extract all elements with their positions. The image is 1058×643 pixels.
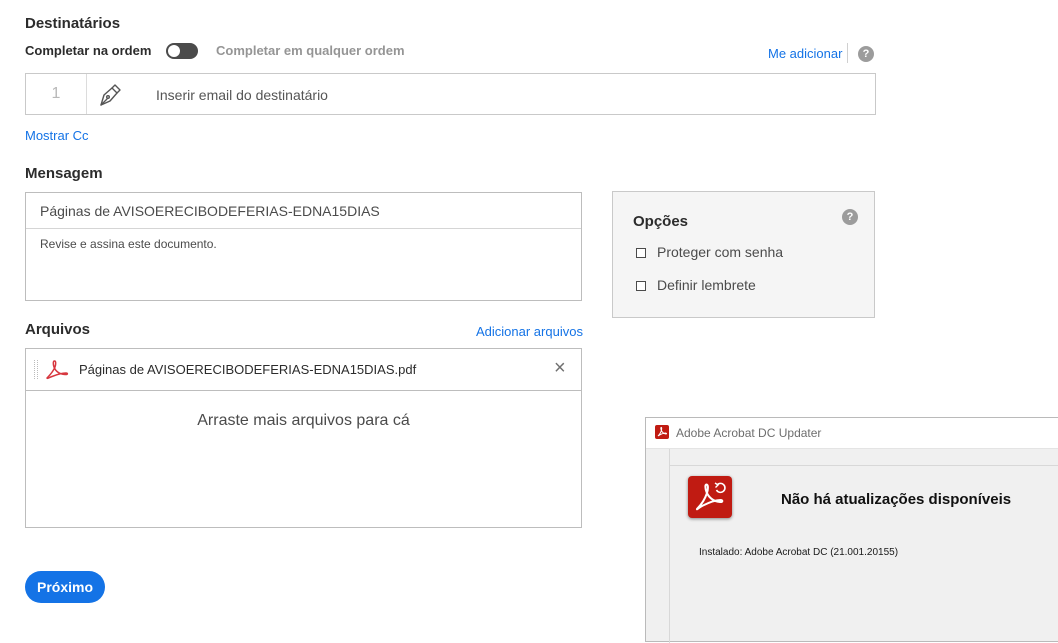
recipient-email-input[interactable]: Inserir email do destinatário (156, 87, 328, 103)
updater-window: Adobe Acrobat DC Updater Não há atualiza… (645, 417, 1058, 643)
installed-version: Instalado: Adobe Acrobat DC (21.001.2015… (699, 547, 899, 558)
divider (669, 465, 1058, 466)
drop-hint: Arraste mais arquivos para cá (197, 412, 410, 429)
reminder-checkbox[interactable] (636, 281, 646, 291)
acrobat-small-icon (655, 425, 669, 439)
acrobat-update-logo-icon (688, 476, 732, 518)
updater-title: Adobe Acrobat DC Updater (676, 426, 822, 440)
message-body-field[interactable]: Revise e assina este documento. (40, 237, 217, 251)
complete-any-order-label: Completar em qualquer ordem (216, 43, 405, 58)
add-me-link[interactable]: Me adicionar (768, 46, 842, 61)
show-cc-link[interactable]: Mostrar Cc (25, 128, 89, 143)
subject-field[interactable]: Páginas de AVISOERECIBODEFERIAS-EDNA15DI… (26, 193, 581, 229)
password-label: Proteger com senha (657, 244, 784, 260)
recipient-row: 1 Inserir email do destinatário (25, 73, 876, 115)
divider (669, 449, 670, 643)
signer-pen-icon[interactable] (86, 74, 140, 114)
message-box: Páginas de AVISOERECIBODEFERIAS-EDNA15DI… (25, 192, 582, 301)
file-item[interactable]: Páginas de AVISOERECIBODEFERIAS-EDNA15DI… (26, 349, 581, 391)
file-name: Páginas de AVISOERECIBODEFERIAS-EDNA15DI… (79, 362, 417, 377)
recipients-title: Destinatários (25, 15, 121, 32)
remove-file-icon[interactable]: × (554, 358, 566, 378)
add-files-link[interactable]: Adicionar arquivos (476, 324, 583, 339)
files-dropzone[interactable]: Páginas de AVISOERECIBODEFERIAS-EDNA15DI… (25, 348, 582, 528)
drag-handle[interactable] (34, 360, 38, 379)
recipient-number: 1 (26, 74, 87, 114)
reminder-label: Definir lembrete (657, 277, 756, 293)
pdf-icon (44, 358, 70, 387)
updater-titlebar[interactable]: Adobe Acrobat DC Updater (646, 418, 1058, 449)
password-checkbox[interactable] (636, 248, 646, 258)
message-title: Mensagem (25, 165, 103, 182)
updater-heading: Não há atualizações disponíveis (781, 491, 1012, 508)
help-icon[interactable]: ? (858, 46, 874, 62)
complete-in-order-label: Completar na ordem (25, 43, 152, 58)
order-toggle[interactable] (166, 43, 198, 59)
next-button[interactable]: Próximo (25, 571, 105, 603)
options-help-icon[interactable]: ? (842, 209, 858, 225)
options-panel: Opções ? Proteger com senha Definir lemb… (612, 191, 875, 318)
options-title: Opções (633, 213, 689, 230)
files-title: Arquivos (25, 321, 91, 338)
divider (847, 43, 848, 63)
subject-text: Páginas de AVISOERECIBODEFERIAS-EDNA15DI… (40, 203, 380, 219)
